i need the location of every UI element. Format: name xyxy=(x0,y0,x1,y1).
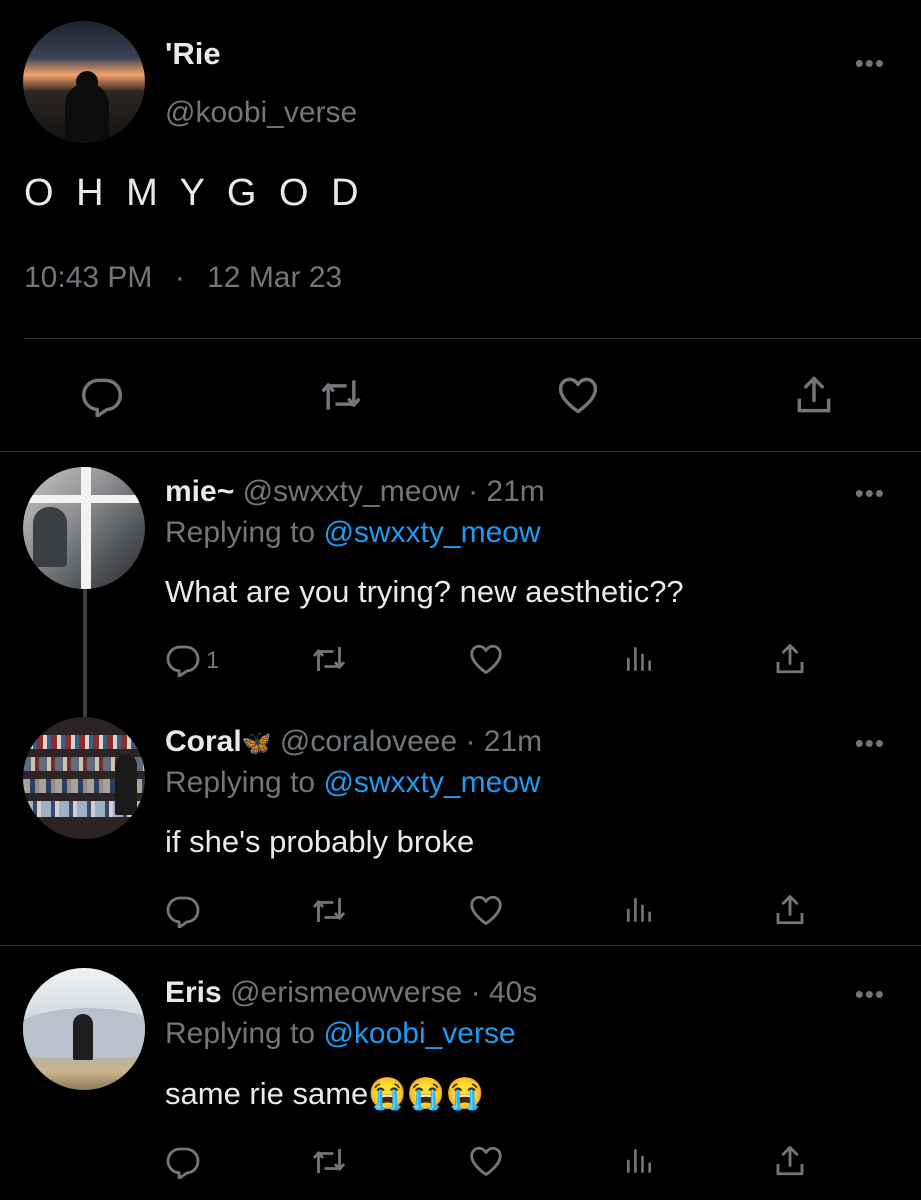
more-icon[interactable]: ••• xyxy=(855,48,885,79)
replying-to: Replying to @swxxty_meow xyxy=(165,516,541,550)
reply-count: 1 xyxy=(206,647,220,674)
share-icon[interactable] xyxy=(792,373,836,417)
reply-author-handle[interactable]: @coraloveee xyxy=(280,725,457,758)
more-icon[interactable]: ••• xyxy=(855,478,885,509)
thread-connector-line xyxy=(83,583,87,717)
reply-icon[interactable] xyxy=(165,641,201,677)
reply-text: What are you trying? new aesthetic?? xyxy=(165,574,684,609)
tweet-date: 12 Mar 23 xyxy=(207,261,343,294)
replying-to: Replying to @koobi_verse xyxy=(165,1017,516,1051)
retweet-icon[interactable] xyxy=(310,1143,348,1179)
reply-author-name[interactable]: mie~ xyxy=(165,475,234,508)
like-icon[interactable] xyxy=(468,1143,504,1179)
reply-icon[interactable] xyxy=(80,373,124,417)
reply-age: · 21m xyxy=(465,725,543,758)
avatar-figure xyxy=(73,1014,93,1060)
reply-text: same rie same😭😭😭 xyxy=(165,1076,485,1111)
share-icon[interactable] xyxy=(772,892,808,928)
reply-header: Coral🦋 @coraloveee · 21m xyxy=(165,725,542,759)
replying-to: Replying to @swxxty_meow xyxy=(165,766,541,800)
reply-icon[interactable] xyxy=(165,1143,201,1179)
share-icon[interactable] xyxy=(772,1143,808,1179)
tweet-time: 10:43 PM xyxy=(24,261,153,294)
reply-icon[interactable] xyxy=(165,892,201,928)
avatar-silhouette-body xyxy=(65,83,109,143)
avatar-cross-horizontal xyxy=(23,495,145,503)
like-icon[interactable] xyxy=(556,373,600,417)
butterfly-emoji: 🦋 xyxy=(241,730,272,757)
avatar-shelf-row xyxy=(23,735,145,749)
avatar-cross-vertical xyxy=(81,467,91,589)
author-handle[interactable]: @koobi_verse xyxy=(165,96,357,130)
reply-age: · 21m xyxy=(468,475,545,508)
more-icon[interactable]: ••• xyxy=(855,979,885,1010)
like-icon[interactable] xyxy=(468,892,504,928)
more-icon[interactable]: ••• xyxy=(855,728,885,759)
avatar[interactable] xyxy=(23,467,145,589)
views-icon[interactable] xyxy=(623,1144,655,1178)
views-icon[interactable] xyxy=(623,893,655,927)
reply-author-name[interactable]: Eris xyxy=(165,976,222,1009)
avatar[interactable] xyxy=(23,968,145,1090)
replying-to-label: Replying to xyxy=(165,516,316,549)
share-icon[interactable] xyxy=(772,641,808,677)
replying-to-link[interactable]: @koobi_verse xyxy=(323,1017,515,1050)
divider xyxy=(24,338,921,339)
replying-to-label: Replying to xyxy=(165,766,316,799)
avatar-figure xyxy=(33,507,67,567)
tweet-text: O H M Y G O D xyxy=(24,172,365,214)
reply-header: Eris @erismeowverse · 40s xyxy=(165,976,537,1010)
replying-to-link[interactable]: @swxxty_meow xyxy=(323,766,540,799)
reply-text: if she's probably broke xyxy=(165,824,475,859)
reply-author-name[interactable]: Coral xyxy=(165,725,242,758)
avatar-figure xyxy=(115,755,137,815)
avatar[interactable] xyxy=(23,717,145,839)
divider xyxy=(0,945,921,946)
reply-age: · 40s xyxy=(470,976,538,1009)
divider xyxy=(0,451,921,452)
like-icon[interactable] xyxy=(468,641,504,677)
retweet-icon[interactable] xyxy=(318,373,364,417)
timestamp-separator: · xyxy=(174,261,185,294)
retweet-icon[interactable] xyxy=(310,641,348,677)
views-icon[interactable] xyxy=(623,642,655,676)
reply-header: mie~ @swxxty_meow · 21m xyxy=(165,475,545,509)
reply-author-handle[interactable]: @swxxty_meow xyxy=(243,475,460,508)
reply-author-handle[interactable]: @erismeowverse xyxy=(230,976,462,1009)
tweet-timestamp: 10:43 PM · 12 Mar 23 xyxy=(24,261,342,295)
author-avatar[interactable] xyxy=(23,21,145,143)
replying-to-link[interactable]: @swxxty_meow xyxy=(323,516,540,549)
author-name[interactable]: 'Rie xyxy=(165,36,221,72)
retweet-icon[interactable] xyxy=(310,892,348,928)
replying-to-label: Replying to xyxy=(165,1017,316,1050)
